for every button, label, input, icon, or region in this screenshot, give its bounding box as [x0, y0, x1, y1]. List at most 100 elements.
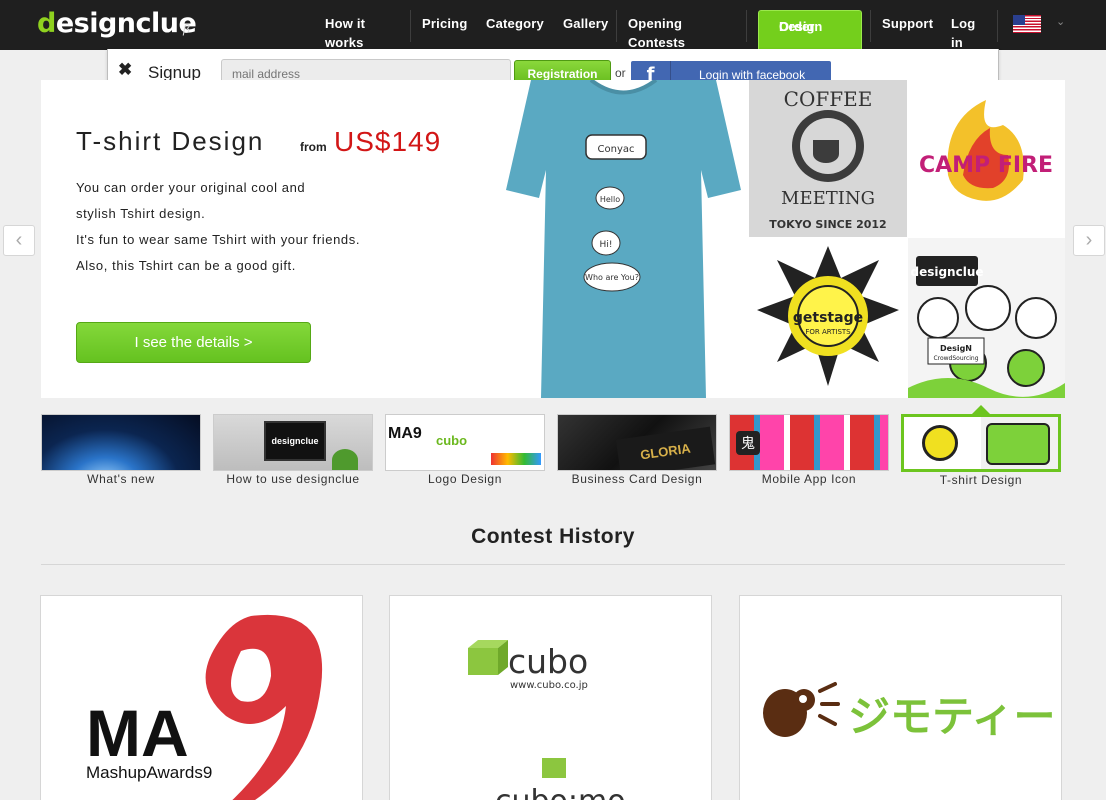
nav-divider: [997, 10, 998, 42]
thumbnail-caption: Mobile App Icon: [761, 472, 857, 486]
nav-opening-contests[interactable]: Opening Contests: [628, 14, 685, 52]
bubble-text: Hello: [600, 195, 620, 204]
tshirt-designs-image: [901, 414, 1061, 472]
contest-card-cubo[interactable]: cubo www.cubo.co.jp cubo:mo: [389, 595, 712, 800]
nav-how-it-works-line1: How it: [325, 16, 366, 31]
tile-dc-badge: designclue: [910, 265, 983, 279]
hero-slide: T-shirt Design from US$149 You can order…: [41, 80, 1065, 398]
nav-how-it-works[interactable]: How it works: [325, 14, 365, 52]
coffee-meeting-design: COFFEE MEETING TOKYO SINCE 2012: [749, 80, 907, 237]
thumbnail-caption: T-shirt Design: [939, 473, 1023, 487]
contest-history-title: Contest History: [471, 525, 635, 548]
camp-fire-logo: CAMP FIRE: [919, 100, 1053, 201]
nav-how-it-works-line2: works: [325, 35, 364, 50]
getstage-text: getstage: [793, 310, 863, 326]
color-strip: [491, 453, 541, 465]
order-design-button[interactable]: Order Design: [758, 10, 862, 50]
nav-pricing[interactable]: Pricing: [422, 14, 467, 33]
bubble-text: Who are You?: [585, 273, 639, 282]
chevron-down-icon[interactable]: ⌄: [1056, 15, 1065, 28]
hero-description-line: It's fun to wear same Tshirt with your f…: [76, 232, 361, 247]
mashupawards-logo: MA MashupAwards9: [86, 614, 323, 800]
hero-title: T-shirt Design: [76, 126, 265, 156]
nav-category[interactable]: Category: [486, 14, 544, 33]
contest-card-mashupawards[interactable]: MA MashupAwards9: [40, 595, 363, 800]
crowd-mini-icon: [986, 423, 1050, 465]
ma9-mini-logo: MA9: [388, 425, 422, 442]
contest-card-jmty[interactable]: ジモティー: [739, 595, 1062, 800]
beta-label: β: [183, 22, 190, 36]
designclue-logo[interactable]: designclue: [37, 8, 197, 39]
mashupawards-text: MashupAwards9: [86, 763, 212, 782]
thumbnail-mobile-app-icon[interactable]: 鬼 Mobile App Icon: [729, 414, 889, 486]
shirt-logo-text: Conyac: [598, 144, 635, 155]
app-icons-image: 鬼: [729, 414, 889, 471]
logo-collage-image: MA9 cubo: [385, 414, 545, 471]
nav-divider: [410, 10, 411, 42]
cubo-wordmark: cubo: [508, 642, 588, 681]
cubo-logo: cubo www.cubo.co.jp cubo:mo: [468, 640, 626, 800]
nav-opening-line1: Opening: [628, 16, 683, 31]
hero-description-line: Also, this Tshirt can be a good gift.: [76, 258, 296, 273]
bubble-text: Hi!: [600, 240, 613, 250]
section-divider: [41, 564, 1065, 565]
close-icon[interactable]: ✖: [118, 60, 132, 80]
jmty-wordmark: ジモティー: [848, 692, 1055, 741]
nav-gallery[interactable]: Gallery: [563, 14, 609, 33]
getstage-subtext: FOR ARTISTS: [805, 328, 851, 336]
thumbnail-caption: Business Card Design: [571, 472, 703, 486]
plant-icon: [332, 449, 358, 470]
getstage-logo: getstage FOR ARTISTS: [757, 246, 899, 386]
nav-divider: [746, 10, 747, 42]
logo-accent-letter: d: [37, 8, 56, 39]
hero-price: US$149: [334, 126, 442, 157]
tshirt-image: Conyac Hello Hi! Who are You?: [506, 80, 741, 398]
meeting-word: MEETING: [781, 188, 875, 209]
camp-fire-text: CAMP FIRE: [919, 153, 1053, 178]
camp-fire-design: CAMP FIRE: [908, 80, 1065, 237]
thumbnail-tshirt-design[interactable]: T-shirt Design: [901, 414, 1061, 487]
coffee-cup-icon: COFFEE MEETING TOKYO SINCE 2012: [769, 87, 886, 231]
order-line2: Design: [779, 19, 823, 34]
slider-prev-button[interactable]: ‹: [3, 225, 35, 256]
designclue-tshirt-design: designclue DesigN CrowdSourcing: [908, 238, 1065, 398]
nav-opening-line2: Contests: [628, 35, 686, 50]
thumbnail-caption: What's new: [87, 472, 155, 486]
getstage-design: getstage FOR ARTISTS: [749, 238, 907, 398]
ma-text: MA: [86, 696, 189, 770]
nav-divider: [616, 10, 617, 42]
slider-next-button[interactable]: ›: [1073, 225, 1105, 256]
jmty-logo: ジモティー: [763, 682, 1055, 741]
thumbnail-caption: Logo Design: [428, 472, 502, 486]
nav-divider: [870, 10, 871, 42]
us-flag-icon[interactable]: [1013, 15, 1041, 33]
globe-image: [41, 414, 201, 471]
thumbnail-how-to-use[interactable]: designclue How to use designclue: [213, 414, 373, 486]
thumbnail-whats-new[interactable]: What's new: [41, 414, 201, 486]
business-card-image: GLORIA: [557, 414, 717, 471]
cubo-secondary-wordmark: cubo:mo: [495, 784, 626, 800]
top-navigation-bar: designclue β How it works Pricing Categor…: [0, 0, 1106, 50]
active-thumbnail-indicator: [972, 405, 990, 414]
cubo-mini-logo: cubo: [436, 433, 468, 448]
hero-from-label: from: [300, 140, 327, 154]
or-label: or: [615, 66, 626, 80]
see-details-button[interactable]: I see the details >: [76, 322, 311, 363]
thumbnail-business-card[interactable]: GLORIA Business Card Design: [557, 414, 717, 486]
cubo-url: www.cubo.co.jp: [510, 680, 588, 691]
nav-login[interactable]: Log in: [951, 14, 975, 52]
getstage-mini-icon: [922, 425, 958, 461]
thumbnail-logo-design[interactable]: MA9 cubo Logo Design: [385, 414, 545, 486]
nav-login-line1: Log: [951, 16, 976, 31]
monitor-image: designclue: [213, 414, 373, 471]
hero-description-line: You can order your original cool and: [76, 180, 306, 195]
logo-text: esignclue: [55, 8, 197, 39]
monitor-screen: designclue: [264, 421, 326, 461]
tile-sign-line2: CrowdSourcing: [933, 355, 978, 362]
hero-description-line: stylish Tshirt design.: [76, 206, 206, 221]
app-icon-glyph: 鬼: [736, 431, 760, 455]
nav-support[interactable]: Support: [882, 14, 933, 33]
coffee-caption: TOKYO SINCE 2012: [769, 218, 886, 231]
nav-login-line2: in: [951, 35, 963, 50]
tile-sign-line1: DesigN: [940, 344, 972, 353]
